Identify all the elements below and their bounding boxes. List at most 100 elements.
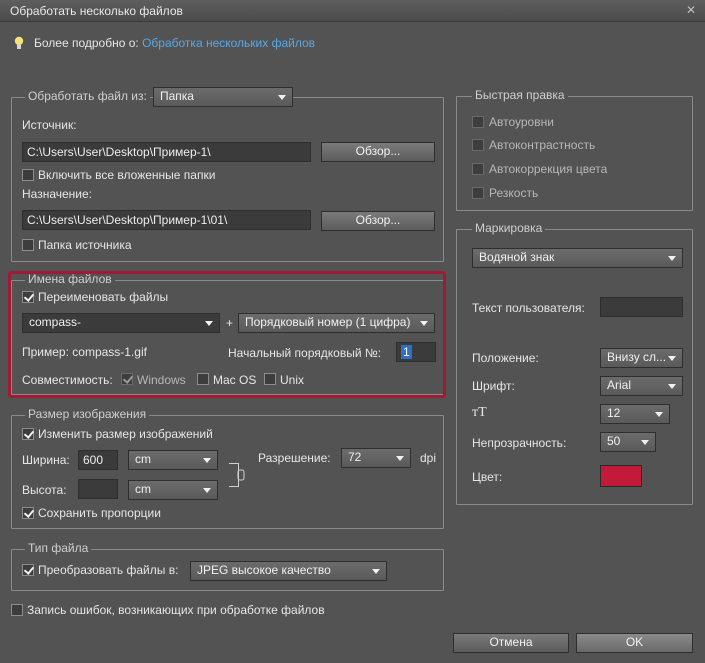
cancel-button[interactable]: Отмена <box>453 633 569 653</box>
rename-label: Переименовать файлы <box>38 290 169 304</box>
close-icon[interactable]: ✕ <box>683 3 699 18</box>
font-size-icon: тT <box>472 405 487 420</box>
format-value: JPEG высокое качество <box>197 563 331 577</box>
height-unit-value: cm <box>135 482 151 496</box>
source-label: Источник: <box>22 118 77 132</box>
help-link[interactable]: Обработка нескольких файлов <box>142 36 315 50</box>
browse-source-button[interactable]: Обзор... <box>321 142 435 162</box>
custom-text-field[interactable] <box>600 297 683 317</box>
convert-checkbox[interactable] <box>22 564 34 576</box>
name-field-value: compass- <box>29 315 82 329</box>
keep-proportions-label: Сохранить пропорции <box>38 506 161 520</box>
chevron-down-icon <box>668 356 676 361</box>
opacity-value: 50 <box>607 434 621 448</box>
labels-legend: Маркировка <box>472 221 546 235</box>
chevron-down-icon <box>668 384 676 389</box>
include-subfolders-checkbox[interactable] <box>22 169 34 181</box>
resolution-dropdown[interactable]: 72 <box>341 448 411 468</box>
resize-checkbox[interactable] <box>22 428 34 440</box>
chevron-down-icon <box>655 412 663 417</box>
unix-label: Unix <box>280 373 305 387</box>
color-label: Цвет: <box>472 470 503 484</box>
opacity-dropdown[interactable]: 50 <box>600 432 656 452</box>
browse-dest-button[interactable]: Обзор... <box>321 211 435 231</box>
height-label: Высота: <box>22 483 67 497</box>
font-value: Arial <box>607 378 632 392</box>
source-legend: Обработать файл из: <box>25 89 150 103</box>
start-number-field[interactable]: 1 <box>396 342 436 362</box>
width-field[interactable]: 600 <box>78 450 118 470</box>
start-number-value: 1 <box>401 345 412 359</box>
auto-color-label: Автокоррекция цвета <box>489 162 608 176</box>
sequence-dropdown[interactable]: Порядковый номер (1 цифра) <box>238 313 435 333</box>
plus-sign: + <box>226 316 234 330</box>
macos-checkbox[interactable] <box>197 373 209 385</box>
example-label: Пример: compass-1.gif <box>22 345 147 359</box>
label-type-value: Водяной знак <box>479 250 555 264</box>
unix-checkbox[interactable] <box>264 373 276 385</box>
sharpen-checkbox[interactable] <box>472 187 484 199</box>
chevron-down-icon <box>396 456 404 461</box>
windows-label: Windows <box>137 373 186 387</box>
auto-contrast-checkbox[interactable] <box>472 139 484 151</box>
position-dropdown[interactable]: Внизу сл... <box>600 348 683 368</box>
chevron-down-icon <box>203 458 211 463</box>
resolution-value: 72 <box>348 450 362 464</box>
font-label: Шрифт: <box>472 379 515 393</box>
position-label: Положение: <box>472 351 539 365</box>
info-prefix: Более подробно о: <box>34 36 139 50</box>
chevron-down-icon <box>420 321 428 326</box>
font-dropdown[interactable]: Arial <box>600 376 683 396</box>
position-value: Внизу сл... <box>607 350 667 364</box>
auto-color-checkbox[interactable] <box>472 163 484 175</box>
resolution-label: Разрешение: <box>258 451 331 465</box>
start-number-label: Начальный порядковый №: <box>228 346 382 360</box>
source-mode-dropdown[interactable]: Папка <box>153 87 293 107</box>
chevron-down-icon <box>372 569 380 574</box>
compat-label: Совместимость: <box>22 373 113 387</box>
lightbulb-icon <box>14 36 24 49</box>
chevron-down-icon <box>203 488 211 493</box>
auto-levels-label: Автоуровни <box>489 115 554 129</box>
opacity-label: Непрозрачность: <box>472 436 567 450</box>
dest-label: Назначение: <box>22 187 93 201</box>
name-field-combo[interactable]: compass- <box>22 313 220 333</box>
height-unit-dropdown[interactable]: cm <box>128 480 218 500</box>
macos-label: Mac OS <box>213 373 257 387</box>
size-legend: Размер изображения <box>25 407 150 421</box>
chevron-down-icon <box>668 256 676 261</box>
custom-text-label: Текст пользователя: <box>472 301 585 315</box>
window-title: Обработать несколько файлов <box>10 4 183 18</box>
windows-checkbox[interactable] <box>121 373 133 385</box>
source-path-field[interactable]: C:\Users\User\Desktop\Пример-1\ <box>22 142 311 162</box>
font-size-dropdown[interactable]: 12 <box>600 404 670 424</box>
source-folder-label: Папка источника <box>38 238 132 252</box>
font-size-value: 12 <box>607 406 621 420</box>
dpi-label: dpi <box>420 451 437 465</box>
chain-link-icon <box>237 469 245 481</box>
ok-button[interactable]: OK <box>576 633 693 653</box>
width-unit-value: cm <box>135 452 151 466</box>
width-label: Ширина: <box>22 453 70 467</box>
resize-label: Изменить размер изображений <box>38 427 213 441</box>
log-errors-checkbox[interactable] <box>11 604 23 616</box>
dest-path-field[interactable]: C:\Users\User\Desktop\Пример-1\01\ <box>22 210 311 230</box>
title-bar: Обработать несколько файлов ✕ <box>0 0 705 22</box>
keep-proportions-checkbox[interactable] <box>22 507 34 519</box>
auto-contrast-label: Автоконтрастность <box>489 138 596 152</box>
source-folder-checkbox[interactable] <box>22 239 34 251</box>
filetype-legend: Тип файла <box>25 541 92 555</box>
width-unit-dropdown[interactable]: cm <box>128 450 218 470</box>
color-swatch[interactable] <box>600 465 642 487</box>
chevron-down-icon <box>205 321 213 326</box>
height-field[interactable] <box>78 479 118 499</box>
label-type-dropdown[interactable]: Водяной знак <box>472 248 683 268</box>
sequence-value: Порядковый номер (1 цифра) <box>245 315 411 329</box>
include-subfolders-label: Включить все вложенные папки <box>38 168 216 182</box>
auto-levels-checkbox[interactable] <box>472 116 484 128</box>
quickfix-legend: Быстрая правка <box>472 88 568 102</box>
format-dropdown[interactable]: JPEG высокое качество <box>190 561 387 581</box>
convert-label: Преобразовать файлы в: <box>38 563 179 577</box>
log-errors-label: Запись ошибок, возникающих при обработке… <box>27 603 325 617</box>
rename-checkbox[interactable] <box>22 291 34 303</box>
